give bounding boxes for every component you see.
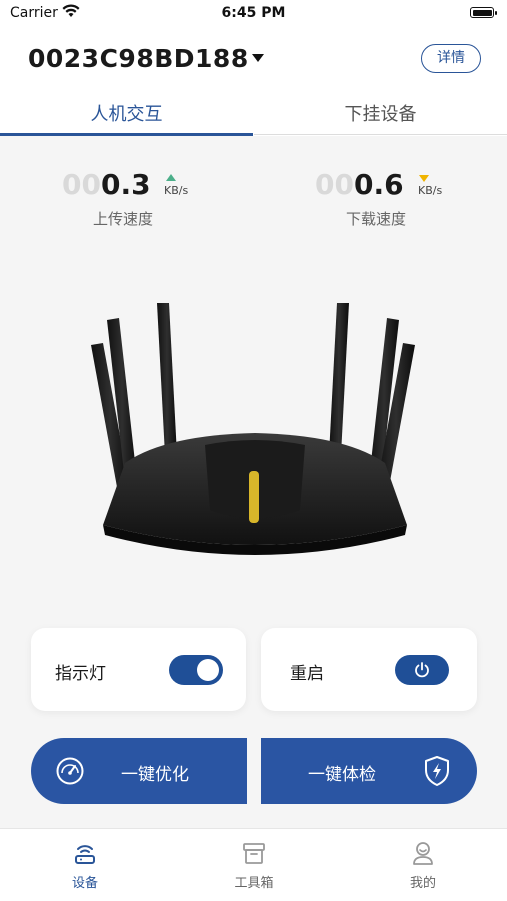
optimize-label: 一键优化 xyxy=(121,765,189,785)
speedometer-icon xyxy=(56,757,84,785)
battery-icon xyxy=(470,7,497,18)
toggle-knob xyxy=(197,659,219,681)
nav-profile[interactable]: 我的 xyxy=(383,872,463,891)
router-image xyxy=(91,303,415,555)
upload-speed-value: 000.3 xyxy=(62,168,151,201)
indicator-light-label: 指示灯 xyxy=(55,664,106,684)
indicator-light-toggle[interactable] xyxy=(169,655,223,685)
download-speed-number: 0.6 xyxy=(353,168,404,201)
checkup-label: 一键体检 xyxy=(308,765,376,785)
tab-connected-devices[interactable]: 下挂设备 xyxy=(254,100,507,126)
download-speed-label: 下载速度 xyxy=(346,210,407,228)
nav-devices[interactable]: 设备 xyxy=(45,872,125,891)
user-icon[interactable] xyxy=(410,840,436,866)
download-arrow-icon xyxy=(419,175,429,182)
upload-speed-padding: 00 xyxy=(62,168,101,201)
upload-speed-unit: KB/s xyxy=(164,184,189,197)
chevron-down-icon[interactable] xyxy=(252,54,264,62)
active-tab-indicator xyxy=(0,133,253,136)
tab-divider xyxy=(254,134,507,135)
tab-interaction[interactable]: 人机交互 xyxy=(0,100,253,126)
device-id-selector[interactable]: 0023C98BD188 xyxy=(28,44,249,73)
restart-button[interactable] xyxy=(395,655,449,685)
restart-label: 重启 xyxy=(290,664,324,684)
router-icon[interactable] xyxy=(72,840,98,866)
download-speed-padding: 00 xyxy=(315,168,354,201)
shield-icon xyxy=(425,756,449,786)
details-button[interactable]: 详情 xyxy=(421,44,481,73)
clock: 6:45 PM xyxy=(221,5,286,21)
download-speed-value: 000.6 xyxy=(315,168,404,201)
power-icon xyxy=(415,662,429,678)
checkup-button[interactable]: 一键体检 xyxy=(261,738,477,804)
upload-speed-number: 0.3 xyxy=(100,168,151,201)
nav-toolbox[interactable]: 工具箱 xyxy=(214,872,294,891)
download-speed-unit: KB/s xyxy=(418,184,443,197)
upload-speed-label: 上传速度 xyxy=(93,210,154,228)
toolbox-icon[interactable] xyxy=(241,841,267,865)
optimize-button[interactable]: 一键优化 xyxy=(31,738,247,804)
upload-arrow-icon xyxy=(166,174,176,181)
